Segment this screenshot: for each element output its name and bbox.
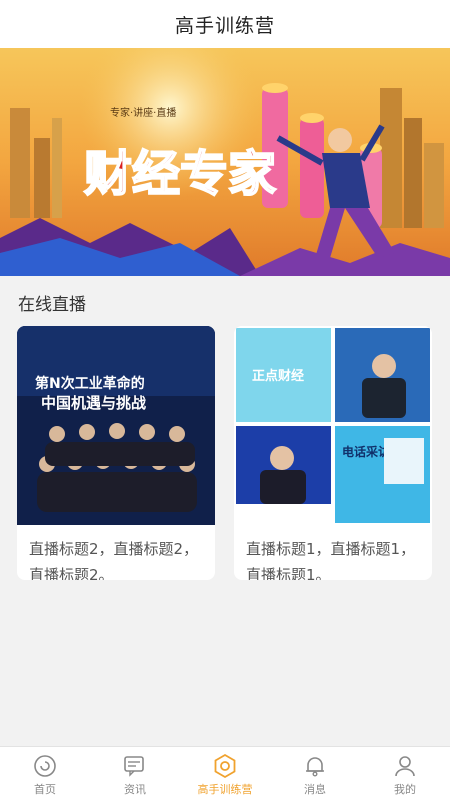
live-card-1[interactable]: 正点财经 电话采访 直播标题1，直播标题1，直播标题1。 (234, 326, 432, 580)
user-icon (395, 756, 415, 777)
tile-a-label: 正点财经 (252, 368, 304, 384)
tab-home[interactable]: 首页 (0, 747, 90, 801)
poster-line-2: 中国机遇与挑战 (41, 394, 146, 412)
tile-c-label: 电话采访 (342, 444, 390, 459)
tab-label: 高手训练营 (197, 783, 253, 796)
section-title: 在线直播 (18, 295, 86, 315)
tab-label: 首页 (34, 783, 56, 796)
live-section: 在线直播 第N次工业革命的 中国机遇与挑战 直播标题2，直播标题2，直播标题2。… (0, 276, 450, 746)
poster-line-1: 第N次工业革命的 (35, 375, 145, 392)
live-card-2[interactable]: 第N次工业革命的 中国机遇与挑战 直播标题2，直播标题2，直播标题2。 (17, 326, 215, 580)
home-icon (34, 755, 56, 777)
tab-news[interactable]: 资讯 (90, 747, 180, 801)
live-card-title: 直播标题1，直播标题1，直播标题1。 (246, 540, 416, 580)
banner-carousel[interactable]: 财经专家 专家·讲座·直播 (0, 48, 450, 276)
app-header: 高手训练营 (0, 0, 450, 48)
live-card-thumbnail: 正点财经 电话采访 (234, 326, 432, 525)
banner-image: 财经专家 专家·讲座·直播 (0, 48, 450, 276)
banner-subtitle: 专家·讲座·直播 (110, 106, 176, 119)
banner-headline: 财经专家 (84, 146, 276, 202)
bottom-tab-bar: 首页 资讯 高手训练营 消息 我的 (0, 746, 450, 801)
page-title: 高手训练营 (174, 14, 275, 37)
live-card-title: 直播标题2，直播标题2，直播标题2。 (29, 540, 199, 580)
tab-label: 我的 (394, 783, 416, 796)
tab-messages[interactable]: 消息 (270, 747, 360, 801)
bell-icon (306, 757, 324, 777)
tab-profile[interactable]: 我的 (360, 747, 450, 801)
tab-training[interactable]: 高手训练营 (180, 747, 270, 801)
live-card-thumbnail: 第N次工业革命的 中国机遇与挑战 (17, 326, 215, 525)
news-icon (124, 756, 144, 777)
training-icon (214, 753, 236, 779)
tab-label: 消息 (304, 783, 326, 796)
tab-label: 资讯 (124, 783, 146, 796)
